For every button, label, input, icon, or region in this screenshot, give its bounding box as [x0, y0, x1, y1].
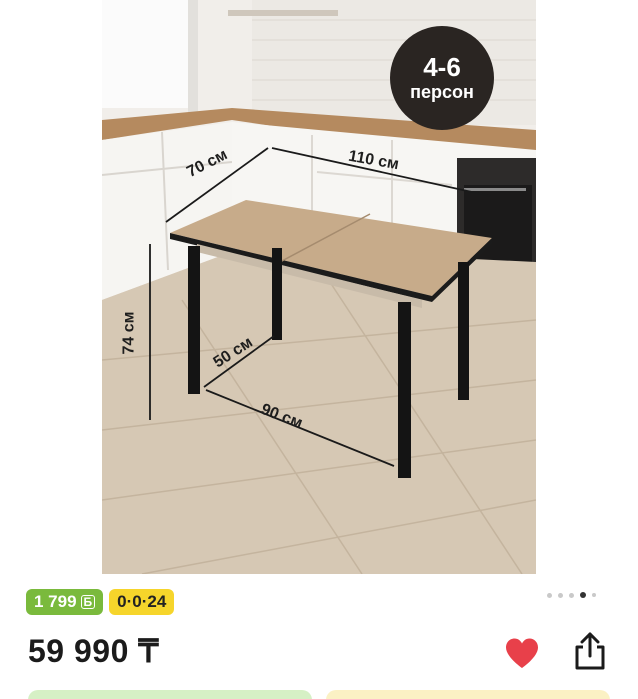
- carousel-dot[interactable]: [592, 593, 596, 597]
- share-button[interactable]: [571, 630, 609, 672]
- bonus-amount: 1 799: [34, 592, 77, 611]
- product-price: 59 990 ₸: [28, 633, 160, 669]
- carousel-dot[interactable]: [569, 592, 574, 598]
- badge-unit: персон: [410, 82, 474, 102]
- heart-icon: [506, 638, 538, 668]
- badges-row: 1 799 Б 0·0·24: [26, 589, 175, 615]
- installment-info-panel[interactable]: [326, 690, 610, 699]
- people-count-badge: 4-6 персон: [390, 26, 494, 130]
- share-icon: [575, 632, 605, 670]
- carousel-dot[interactable]: [547, 592, 552, 598]
- carousel-dot[interactable]: [558, 592, 563, 598]
- product-page: 4-6 персон 70 см 110 см 74 см 50 см 90 с…: [0, 0, 638, 699]
- bonus-info-panel[interactable]: [28, 690, 312, 699]
- bonus-currency-icon: Б: [80, 595, 96, 609]
- bonus-badge[interactable]: 1 799 Б: [26, 589, 104, 615]
- dim-height: 74 см: [120, 311, 138, 355]
- installment-badge[interactable]: 0·0·24: [109, 589, 175, 615]
- badge-count: 4-6: [423, 52, 461, 82]
- favorite-button[interactable]: [502, 634, 542, 672]
- carousel-dot-active[interactable]: [580, 592, 586, 598]
- product-photo[interactable]: 4-6 персон 70 см 110 см 74 см 50 см 90 с…: [102, 0, 536, 574]
- installment-label: 0·0·24: [117, 592, 167, 611]
- carousel-indicator[interactable]: [547, 592, 596, 598]
